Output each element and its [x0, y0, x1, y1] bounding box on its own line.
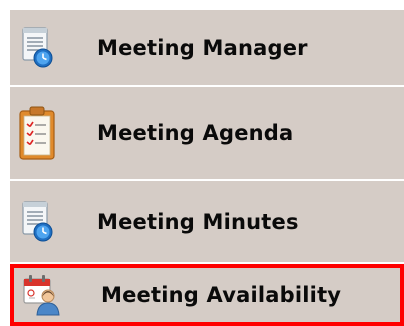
menu-item-meeting-availability[interactable]: Meeting Availability — [10, 264, 404, 326]
menu-item-meeting-minutes[interactable]: Meeting Minutes — [10, 181, 404, 262]
menu-item-label: Meeting Availability — [101, 283, 342, 307]
clipboard-checklist-icon — [16, 106, 58, 160]
calendar-clock-icon — [16, 199, 58, 245]
menu-item-meeting-agenda[interactable]: Meeting Agenda — [10, 87, 404, 179]
calendar-person-icon — [20, 272, 62, 318]
menu-item-meeting-manager[interactable]: Meeting Manager — [10, 10, 404, 85]
calendar-clock-icon — [16, 25, 58, 71]
meeting-menu: Meeting Manager Meeting Agenda Meeting M… — [10, 10, 404, 326]
menu-item-label: Meeting Minutes — [97, 209, 299, 234]
menu-item-label: Meeting Agenda — [97, 121, 294, 145]
menu-item-label: Meeting Manager — [97, 35, 308, 60]
